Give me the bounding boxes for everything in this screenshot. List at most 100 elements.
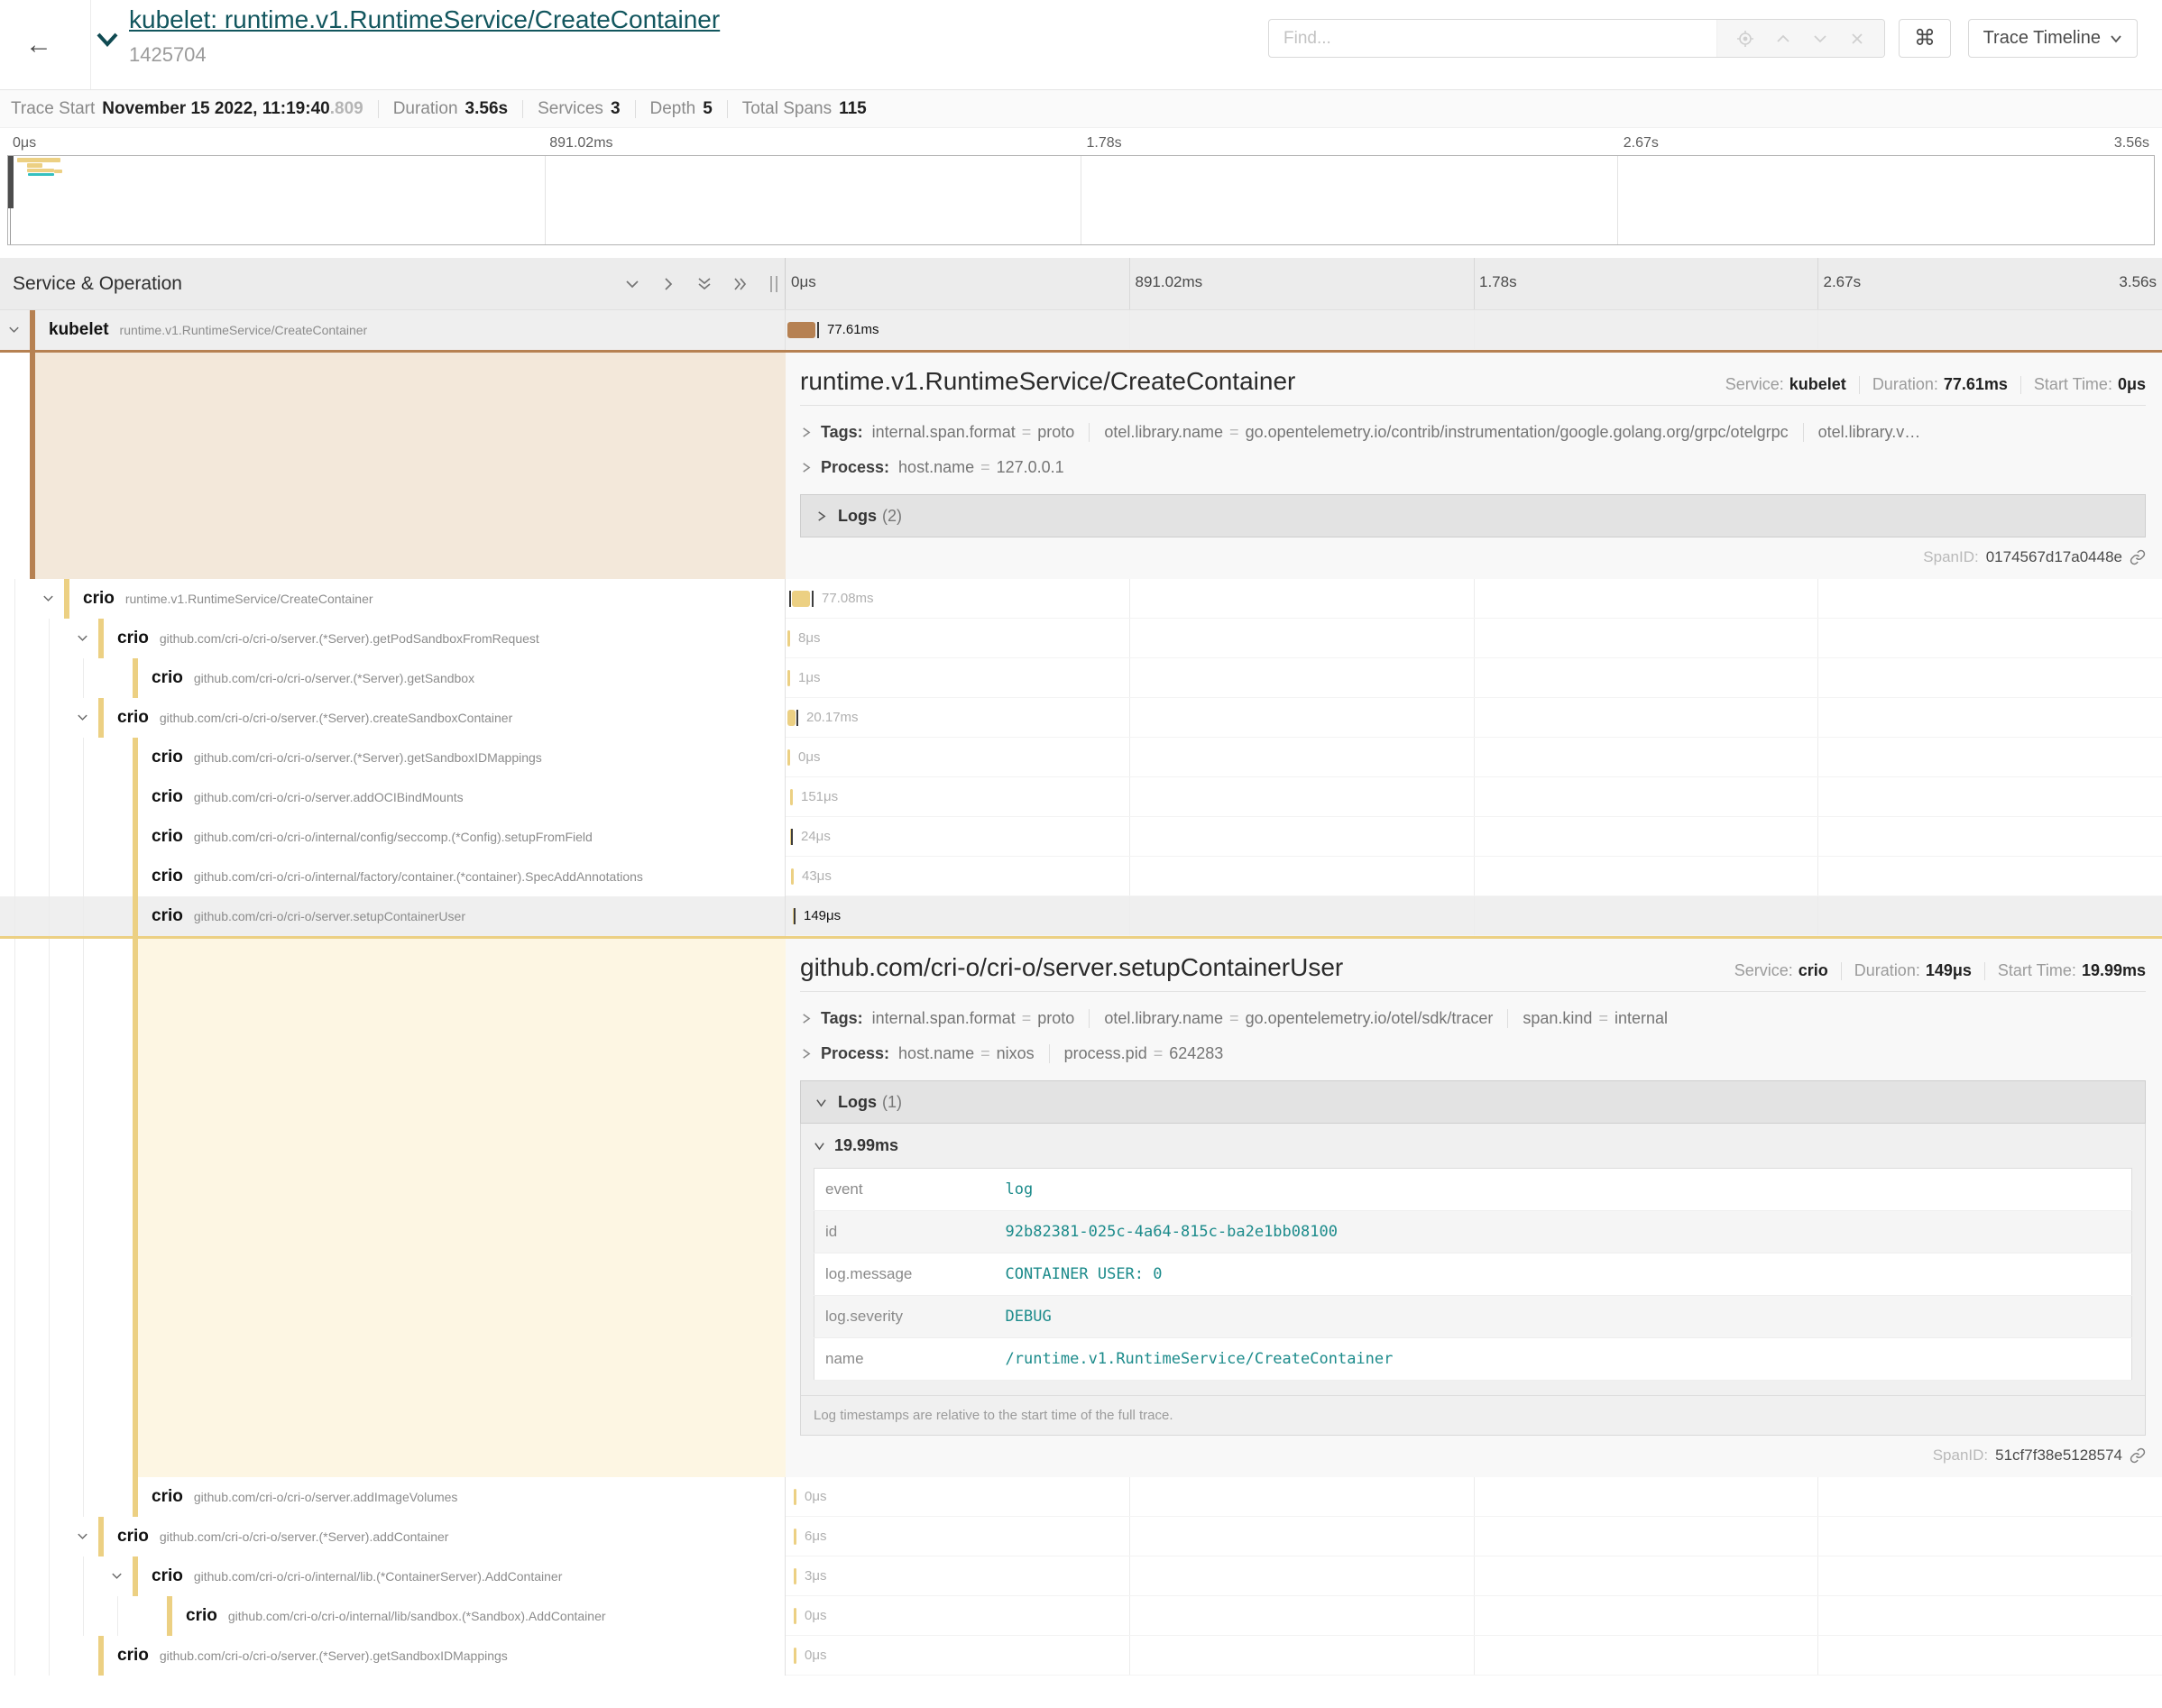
collapse-one-level-icon[interactable] — [660, 276, 676, 292]
span-row[interactable]: criogithub.com/cri-o/cri-o/internal/conf… — [0, 817, 2162, 857]
span-duration-label: 1μs — [798, 658, 821, 698]
span-name-cell[interactable]: criogithub.com/cri-o/cri-o/server.setupC… — [0, 896, 786, 936]
trace-title-link[interactable]: kubelet: runtime.v1.RuntimeService/Creat… — [129, 5, 720, 34]
tags-toggle[interactable]: Tags: internal.span.format=proto otel.li… — [800, 415, 2146, 450]
span-duration-label: 0μs — [805, 1477, 827, 1517]
collapse-trace-header-icon[interactable] — [96, 31, 119, 49]
logs-toggle[interactable]: Logs (2) — [800, 494, 2146, 537]
span-duration-bar[interactable] — [794, 1648, 796, 1664]
column-resizer-grip[interactable] — [770, 276, 777, 292]
collapse-chevron-icon[interactable] — [76, 631, 89, 645]
span-timeline-cell[interactable]: 0μs — [786, 1636, 2162, 1676]
collapse-chevron-icon[interactable] — [41, 592, 55, 605]
span-duration-bar[interactable] — [794, 1608, 796, 1624]
span-row[interactable]: crioruntime.v1.RuntimeService/CreateCont… — [0, 579, 2162, 619]
span-row[interactable]: criogithub.com/cri-o/cri-o/server.(*Serv… — [0, 698, 2162, 738]
span-name-cell[interactable]: criogithub.com/cri-o/cri-o/internal/lib.… — [0, 1556, 786, 1596]
span-name-cell[interactable]: criogithub.com/cri-o/cri-o/server.(*Serv… — [0, 658, 786, 698]
find-prev-icon[interactable] — [1774, 30, 1792, 48]
deep-link-icon[interactable] — [2130, 1447, 2146, 1464]
span-timeline-cell[interactable]: 1μs — [786, 658, 2162, 698]
span-duration-bar[interactable] — [794, 1489, 796, 1505]
span-row[interactable]: criogithub.com/cri-o/cri-o/server.(*Serv… — [0, 1636, 2162, 1676]
span-row[interactable]: criogithub.com/cri-o/cri-o/server.setupC… — [0, 896, 2162, 936]
span-row[interactable]: criogithub.com/cri-o/cri-o/internal/fact… — [0, 857, 2162, 896]
span-timeline-cell[interactable]: 8μs — [786, 619, 2162, 658]
view-selector-button[interactable]: Trace Timeline — [1968, 19, 2138, 58]
span-timeline-cell[interactable]: 24μs — [786, 817, 2162, 857]
span-duration-bar[interactable] — [790, 789, 793, 805]
service-name: crio — [152, 1487, 183, 1506]
span-row[interactable]: criogithub.com/cri-o/cri-o/server.(*Serv… — [0, 738, 2162, 777]
span-duration-bar[interactable] — [787, 630, 790, 647]
expand-all-icon[interactable] — [696, 276, 713, 292]
span-duration-bar[interactable] — [794, 1529, 796, 1545]
span-timeline-cell[interactable]: 20.17ms — [786, 698, 2162, 738]
span-row[interactable]: kubeletruntime.v1.RuntimeService/CreateC… — [0, 310, 2162, 350]
span-row[interactable]: criogithub.com/cri-o/cri-o/internal/lib/… — [0, 1596, 2162, 1636]
tags-toggle[interactable]: Tags: internal.span.format=proto otel.li… — [800, 1001, 2146, 1036]
span-name-cell[interactable]: criogithub.com/cri-o/cri-o/server.addOCI… — [0, 777, 786, 817]
span-name-cell[interactable]: criogithub.com/cri-o/cri-o/internal/conf… — [0, 817, 786, 857]
collapse-chevron-icon[interactable] — [76, 711, 89, 724]
span-row[interactable]: criogithub.com/cri-o/cri-o/server.(*Serv… — [0, 1517, 2162, 1556]
span-row[interactable]: criogithub.com/cri-o/cri-o/server.addOCI… — [0, 777, 2162, 817]
span-row[interactable]: criogithub.com/cri-o/cri-o/server.addIma… — [0, 1477, 2162, 1517]
span-duration-label: 0μs — [805, 1596, 827, 1636]
span-timeline-cell[interactable]: 0μs — [786, 1596, 2162, 1636]
span-timeline-cell[interactable]: 43μs — [786, 857, 2162, 896]
span-timeline-cell[interactable]: 6μs — [786, 1517, 2162, 1556]
span-duration-bar[interactable] — [787, 322, 815, 338]
log-entry-toggle[interactable]: 19.99ms — [801, 1124, 2145, 1168]
span-duration-bar[interactable] — [787, 670, 790, 686]
span-name-cell[interactable]: criogithub.com/cri-o/cri-o/server.(*Serv… — [0, 1517, 786, 1556]
span-duration-bar[interactable] — [791, 868, 794, 885]
span-name-cell[interactable]: criogithub.com/cri-o/cri-o/server.(*Serv… — [0, 1636, 786, 1676]
find-clear-icon[interactable] — [1849, 31, 1865, 47]
page-header: ← kubelet: runtime.v1.RuntimeService/Cre… — [0, 0, 2162, 90]
operation-name: runtime.v1.RuntimeService/CreateContaine… — [125, 592, 373, 606]
span-duration-bar[interactable] — [787, 710, 796, 726]
collapse-all-icon[interactable] — [732, 276, 749, 292]
span-row[interactable]: criogithub.com/cri-o/cri-o/server.(*Serv… — [0, 658, 2162, 698]
logs-toggle[interactable]: Logs (1) — [800, 1080, 2146, 1124]
span-timeline-cell[interactable]: 77.08ms — [786, 579, 2162, 619]
minimap-scrubber-handle[interactable] — [8, 156, 14, 208]
span-name-cell[interactable]: criogithub.com/cri-o/cri-o/server.addIma… — [0, 1477, 786, 1517]
span-name-cell[interactable]: criogithub.com/cri-o/cri-o/internal/fact… — [0, 857, 786, 896]
span-duration-bar[interactable] — [787, 749, 790, 766]
keyboard-shortcuts-button[interactable]: ⌘ — [1899, 19, 1951, 58]
process-toggle[interactable]: Process: host.name=nixos process.pid=624… — [800, 1036, 2146, 1071]
minimap-canvas[interactable] — [7, 155, 2155, 245]
operation-name: github.com/cri-o/cri-o/internal/lib.(*Co… — [194, 1569, 563, 1584]
span-name-cell[interactable]: crioruntime.v1.RuntimeService/CreateCont… — [0, 579, 786, 619]
span-timeline-cell[interactable]: 0μs — [786, 738, 2162, 777]
deep-link-icon[interactable] — [2130, 549, 2146, 565]
span-duration-bar[interactable] — [794, 1568, 796, 1584]
locate-icon[interactable] — [1736, 30, 1754, 48]
span-duration-bar[interactable] — [792, 591, 810, 607]
span-timeline-cell[interactable]: 3μs — [786, 1556, 2162, 1596]
span-name-cell[interactable]: criogithub.com/cri-o/cri-o/internal/lib/… — [0, 1596, 786, 1636]
find-next-icon[interactable] — [1811, 30, 1829, 48]
span-row[interactable]: criogithub.com/cri-o/cri-o/internal/lib.… — [0, 1556, 2162, 1596]
span-row[interactable]: criogithub.com/cri-o/cri-o/server.(*Serv… — [0, 619, 2162, 658]
service-color-bar — [133, 857, 138, 896]
collapse-chevron-icon[interactable] — [7, 323, 21, 336]
span-timeline-cell[interactable]: 151μs — [786, 777, 2162, 817]
span-name-cell[interactable]: criogithub.com/cri-o/cri-o/server.(*Serv… — [0, 619, 786, 658]
process-toggle[interactable]: Process: host.name=127.0.0.1 — [800, 450, 2146, 485]
tick-label: 2.67s — [1624, 135, 1659, 152]
span-timeline-cell[interactable]: 0μs — [786, 1477, 2162, 1517]
collapse-chevron-icon[interactable] — [76, 1529, 89, 1543]
find-input[interactable] — [1269, 20, 1716, 57]
span-timeline-cell[interactable]: 77.61ms — [786, 310, 2162, 350]
duration-value: 3.56s — [465, 99, 509, 119]
back-button[interactable]: ← — [16, 23, 61, 67]
collapse-chevron-icon[interactable] — [110, 1569, 124, 1583]
span-name-cell[interactable]: kubeletruntime.v1.RuntimeService/CreateC… — [0, 310, 786, 350]
span-name-cell[interactable]: criogithub.com/cri-o/cri-o/server.(*Serv… — [0, 738, 786, 777]
span-name-cell[interactable]: criogithub.com/cri-o/cri-o/server.(*Serv… — [0, 698, 786, 738]
span-timeline-cell[interactable]: 149μs — [786, 896, 2162, 936]
expand-one-level-icon[interactable] — [624, 276, 640, 292]
